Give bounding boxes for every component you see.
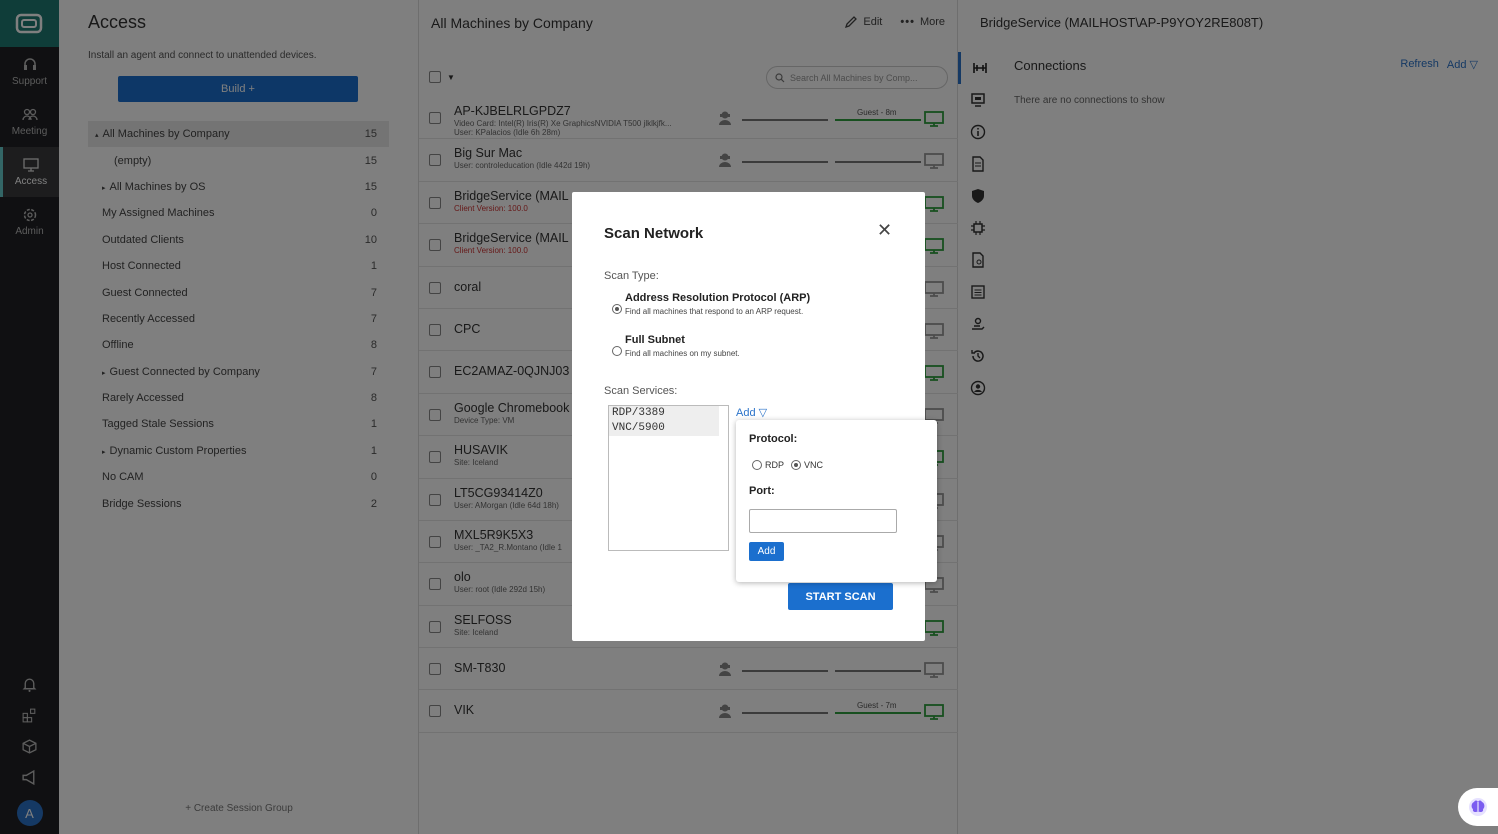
- protocol-label: Protocol:: [749, 433, 798, 445]
- port-input[interactable]: [749, 509, 897, 533]
- arp-description: Find all machines that respond to an ARP…: [625, 307, 804, 316]
- start-scan-button[interactable]: START SCAN: [788, 583, 893, 610]
- arp-title: Address Resolution Protocol (ARP): [625, 292, 811, 304]
- full-subnet-radio[interactable]: [612, 346, 622, 356]
- scan-type-label: Scan Type:: [604, 270, 659, 282]
- arp-radio[interactable]: [612, 304, 622, 314]
- service-item[interactable]: VNC/5900: [609, 421, 719, 436]
- add-service-popup: Protocol: RDP VNC Port: Add: [736, 420, 937, 582]
- brain-icon: [1469, 798, 1487, 816]
- port-label: Port:: [749, 485, 775, 497]
- vnc-radio[interactable]: [791, 460, 802, 470]
- add-service-button[interactable]: Add: [749, 542, 784, 561]
- scan-services-list[interactable]: RDP/3389 VNC/5900: [608, 405, 729, 551]
- service-item[interactable]: RDP/3389: [609, 406, 719, 421]
- vnc-label: VNC: [804, 460, 824, 470]
- full-subnet-title: Full Subnet: [625, 334, 685, 346]
- scan-services-label: Scan Services:: [604, 385, 678, 397]
- add-service-link[interactable]: Add ▽: [736, 406, 767, 419]
- rdp-label: RDP: [765, 460, 785, 470]
- dialog-title: Scan Network: [604, 225, 704, 242]
- assistant-button[interactable]: [1458, 788, 1498, 826]
- close-icon[interactable]: ✕: [877, 220, 892, 241]
- protocol-options: RDP VNC: [752, 460, 823, 470]
- rdp-radio[interactable]: [752, 460, 762, 470]
- full-subnet-description: Find all machines on my subnet.: [625, 349, 740, 358]
